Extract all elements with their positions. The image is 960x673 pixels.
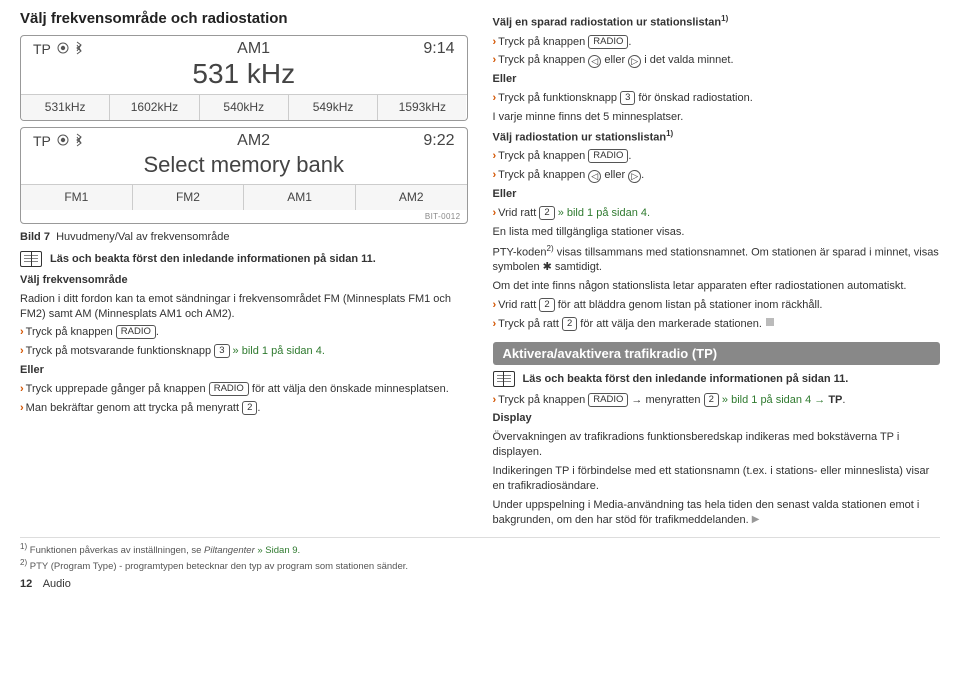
display-h: Display <box>493 411 941 426</box>
lista-p: En lista med tillgängliga stationer visa… <box>493 225 941 240</box>
bluetooth-icon <box>74 133 84 150</box>
ind-p: Indikeringen TP i förbindelse med ett st… <box>493 464 941 494</box>
eller-r1: Eller <box>493 72 941 87</box>
step-l1: ›Tryck på knappen RADIO. <box>20 325 468 340</box>
read-note-left: Läs och beakta först den inledande infor… <box>50 253 376 265</box>
step-r4: ›Tryck på knappen RADIO. <box>493 149 941 164</box>
preset-button[interactable]: 540kHz <box>200 95 289 120</box>
band-button[interactable]: AM1 <box>244 185 356 210</box>
preset-button[interactable]: 549kHz <box>289 95 378 120</box>
page-footer: 12 Audio <box>20 578 940 590</box>
band-button[interactable]: FM2 <box>133 185 245 210</box>
eller-1: Eller <box>20 363 468 378</box>
manual-icon <box>493 371 515 387</box>
step-l3: ›Tryck upprepade gånger på knappen RADIO… <box>20 382 468 397</box>
page-number: 12 <box>20 578 32 590</box>
read-note-right: Läs och beakta först den inledande infor… <box>523 373 849 385</box>
select-memory-label: Select memory bank <box>21 150 467 184</box>
radio-display-1: TP AM1 9:14 531 kHz 531kHz 1602kHz 540kH… <box>20 35 468 121</box>
step-r6: ›Vrid ratt 2 » bild 1 på sidan 4. <box>493 206 941 221</box>
step-r2: ›Tryck på knappen ◁ eller ▷ i det valda … <box>493 53 941 68</box>
section-name: Audio <box>43 578 71 590</box>
manual-icon <box>20 251 42 267</box>
footnotes: 1) Funktionen påverkas av inställningen,… <box>20 537 940 574</box>
figure-caption: Bild 7 Huvudmeny/Val av frekvensområde <box>20 230 468 245</box>
record-icon <box>57 133 69 149</box>
r-h2: Välj radiostation ur stationslistan1) <box>493 129 941 146</box>
media-p: Under uppspelning i Media-användning tas… <box>493 498 941 528</box>
preset-row-1: 531kHz 1602kHz 540kHz 549kHz 1593kHz <box>21 94 467 120</box>
step-r5: ›Tryck på knappen ◁ eller ▷. <box>493 168 941 183</box>
left-title: Välj frekvensområde och radiostation <box>20 10 468 27</box>
step-l4: ›Man bekräftar genom att trycka på menyr… <box>20 401 468 416</box>
step-r3: ›Tryck på funktionsknapp 3 för önskad ra… <box>493 91 941 106</box>
eller-r2: Eller <box>493 187 941 202</box>
band-button[interactable]: FM1 <box>21 185 133 210</box>
record-icon <box>57 41 69 57</box>
frequency-display: 531 kHz <box>21 58 467 94</box>
end-marker-icon <box>766 318 774 326</box>
step-l2: ›Tryck på motsvarande funktionsknapp 3 »… <box>20 344 468 359</box>
band-button[interactable]: AM2 <box>356 185 467 210</box>
note-5: I varje minne finns det 5 minnesplatser. <box>493 110 941 125</box>
step-t1: ›Tryck på knappen RADIO → menyratten 2 »… <box>493 393 941 408</box>
p-radio-desc: Radion i ditt fordon kan ta emot sändnin… <box>20 292 468 322</box>
continue-icon: ▶ <box>752 514 760 525</box>
display-p: Övervakningen av trafikradions funktions… <box>493 430 941 460</box>
band-label-1: AM1 <box>84 40 423 58</box>
preset-button[interactable]: 1593kHz <box>378 95 466 120</box>
preset-button[interactable]: 1602kHz <box>110 95 199 120</box>
step-r1: ›Tryck på knappen RADIO. <box>493 35 941 50</box>
step-r7: ›Vrid ratt 2 för att bläddra genom lista… <box>493 298 941 313</box>
tp-label-2: TP <box>33 133 51 149</box>
time-label-1: 9:14 <box>423 40 454 58</box>
pty-p: PTY-koden2) visas tillsammans med statio… <box>493 244 941 275</box>
tp-label-1: TP <box>33 41 51 57</box>
preset-button[interactable]: 531kHz <box>21 95 110 120</box>
band-row: FM1 FM2 AM1 AM2 <box>21 184 467 210</box>
subhead-valj: Välj frekvensområde <box>20 273 468 288</box>
radio-display-2: TP AM2 9:22 Select memory bank FM1 FM2 A… <box>20 127 468 224</box>
r-h1: Välj en sparad radiostation ur stationsl… <box>493 14 941 31</box>
image-code: BIT-0012 <box>21 210 467 223</box>
bluetooth-icon <box>74 41 84 58</box>
section-headbar: Aktivera/avaktivera trafikradio (TP) <box>493 342 941 365</box>
time-label-2: 9:22 <box>423 132 454 150</box>
step-r8: ›Tryck på ratt 2 för att välja den marke… <box>493 317 941 332</box>
band-label-2: AM2 <box>84 132 423 150</box>
auto-p: Om det inte finns någon stationslista le… <box>493 279 941 294</box>
